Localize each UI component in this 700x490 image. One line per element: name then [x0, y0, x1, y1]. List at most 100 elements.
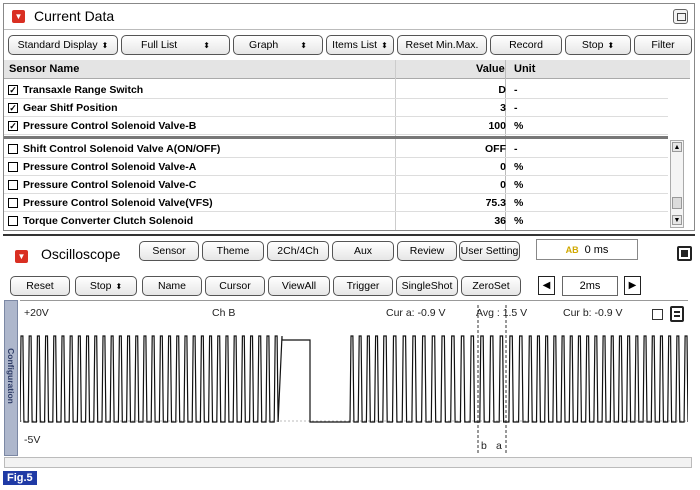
row-checkbox[interactable]	[8, 162, 18, 172]
timebase-value: 2ms	[562, 276, 618, 296]
sensor-name: Pressure Control Solenoid Valve(VFS)	[23, 197, 213, 209]
menu-icon[interactable]	[670, 306, 684, 322]
channel-b-trace	[19, 335, 689, 423]
stop-select[interactable]: Stop ⬍	[565, 35, 631, 55]
stop-select[interactable]: Stop ⬍	[75, 276, 137, 296]
sensor-value: D	[498, 84, 506, 96]
sensor-name: Pressure Control Solenoid Valve-A	[23, 161, 197, 173]
dropdown-arrows-icon: ⬍	[381, 40, 388, 50]
sensor-name: Transaxle Range Switch	[23, 84, 144, 96]
row-checkbox[interactable]: ✓	[8, 85, 18, 95]
table-row[interactable]: Pressure Control Solenoid Valve-A 0 %	[4, 158, 668, 176]
table-scrollbar[interactable]: ▲ ▼	[670, 140, 684, 228]
column-unit[interactable]: Unit	[514, 63, 535, 75]
row-checkbox[interactable]	[8, 198, 18, 208]
zero-set-button[interactable]: ZeroSet	[461, 276, 521, 296]
table-row[interactable]: Pressure Control Solenoid Valve-C 0 %	[4, 176, 668, 194]
graph-select[interactable]: Graph ⬍	[233, 35, 323, 55]
sensor-unit: -	[514, 143, 518, 155]
cursor-a-readout: Cur a: -0.9 V	[386, 307, 446, 319]
row-checkbox[interactable]	[8, 144, 18, 154]
standard-display-select[interactable]: Standard Display ⬍	[8, 35, 118, 55]
table-row[interactable]: ✓ Pressure Control Solenoid Valve-B 100 …	[4, 117, 668, 135]
sensor-name: Gear Shitf Position	[23, 102, 118, 114]
collapse-icon[interactable]: ▼	[15, 250, 28, 263]
sensor-unit: -	[514, 102, 518, 114]
table-row[interactable]: Torque Converter Clutch Solenoid 36 %	[4, 212, 668, 230]
column-value[interactable]: Value	[476, 63, 505, 75]
channel-label: Ch B	[212, 307, 236, 319]
sensor-value: 100	[488, 120, 506, 132]
aux-button[interactable]: Aux	[332, 241, 394, 261]
scroll-down-icon[interactable]: ▼	[672, 215, 682, 225]
stop-square-icon[interactable]	[677, 246, 692, 261]
bottom-voltage-label: -5V	[24, 434, 41, 446]
timebase-decrease-icon[interactable]: ◀	[538, 276, 555, 295]
scroll-thumb[interactable]	[672, 197, 682, 209]
scroll-up-icon[interactable]: ▲	[672, 142, 682, 152]
dropdown-arrows-icon: ⬍	[101, 40, 109, 50]
sensor-unit: -	[514, 84, 518, 96]
sensor-unit: %	[514, 197, 524, 209]
view-all-button[interactable]: ViewAll	[268, 276, 330, 296]
table-row[interactable]: ✓ Transaxle Range Switch D -	[4, 81, 668, 99]
row-checkbox[interactable]: ✓	[8, 121, 18, 131]
theme-button[interactable]: Theme	[202, 241, 264, 261]
name-button[interactable]: Name	[142, 276, 202, 296]
top-voltage-label: +20V	[24, 307, 49, 319]
record-button[interactable]: Record	[490, 35, 562, 55]
items-list-select[interactable]: Items List ⬍	[326, 35, 394, 55]
waveform-svg	[19, 300, 689, 454]
user-setting-button[interactable]: User Setting	[459, 241, 520, 261]
reset-min-max-button[interactable]: Reset Min.Max.	[397, 35, 487, 55]
table-row[interactable]: Shift Control Solenoid Valve A(ON/OFF) O…	[4, 140, 668, 158]
table-row[interactable]: ✓ Gear Shitf Position 3 -	[4, 99, 668, 117]
figure-label: Fig.5	[3, 471, 37, 485]
sensor-name: Pressure Control Solenoid Valve-B	[23, 120, 197, 132]
sensor-table-header: Sensor Name Value Unit	[4, 60, 690, 79]
sensor-unit: %	[514, 179, 524, 191]
column-sensor-name[interactable]: Sensor Name	[9, 63, 79, 75]
row-checkbox[interactable]	[8, 180, 18, 190]
fixed-rows-divider[interactable]	[4, 136, 668, 139]
sensor-unit: %	[514, 161, 524, 173]
sensor-value: 3	[500, 102, 506, 114]
sensor-name: Pressure Control Solenoid Valve-C	[23, 179, 197, 191]
sensor-value: OFF	[485, 143, 506, 155]
sensor-unit: %	[514, 215, 524, 227]
full-list-select[interactable]: Full List ⬍	[121, 35, 230, 55]
dropdown-arrows-icon: ⬍	[115, 281, 123, 291]
row-checkbox[interactable]: ✓	[8, 103, 18, 113]
sensor-name: Shift Control Solenoid Valve A(ON/OFF)	[23, 143, 221, 155]
filter-button[interactable]: Filter	[634, 35, 692, 55]
maximize-icon[interactable]	[673, 9, 688, 24]
cursor-b-readout: Cur b: -0.9 V	[563, 307, 623, 319]
current-data-title: Current Data	[34, 8, 115, 24]
dropdown-arrows-icon: ⬍	[203, 40, 210, 50]
review-button[interactable]: Review	[397, 241, 457, 261]
time-value: 0 ms	[584, 243, 609, 256]
cursor-b-marker: b	[481, 440, 487, 452]
sensor-name: Torque Converter Clutch Solenoid	[23, 215, 194, 227]
oscilloscope-plot[interactable]: +20V Ch B Cur a: -0.9 V Avg : 1.5 V Cur …	[19, 300, 689, 456]
sensor-value: 0	[500, 161, 506, 173]
trigger-button[interactable]: Trigger	[333, 276, 393, 296]
row-checkbox[interactable]	[8, 216, 18, 226]
horizontal-scrollbar[interactable]	[4, 457, 692, 468]
configuration-tab[interactable]: Configuration	[4, 300, 18, 456]
display-checkbox[interactable]	[652, 309, 663, 320]
sensor-unit: %	[514, 120, 524, 132]
channels-button[interactable]: 2Ch/4Ch	[267, 241, 329, 261]
collapse-icon[interactable]: ▼	[12, 10, 25, 23]
sensor-value: 36	[494, 215, 506, 227]
timebase-increase-icon[interactable]: ▶	[624, 276, 641, 295]
sensor-value: 75.3	[485, 197, 506, 209]
single-shot-button[interactable]: SingleShot	[396, 276, 458, 296]
oscilloscope-title: Oscilloscope	[41, 246, 121, 262]
time-readout: AB 0 ms	[536, 239, 638, 260]
cursor-button[interactable]: Cursor	[205, 276, 265, 296]
table-row[interactable]: Pressure Control Solenoid Valve(VFS) 75.…	[4, 194, 668, 212]
sensor-button[interactable]: Sensor	[139, 241, 199, 261]
cursor-a-marker: a	[496, 440, 502, 452]
reset-button[interactable]: Reset	[10, 276, 70, 296]
